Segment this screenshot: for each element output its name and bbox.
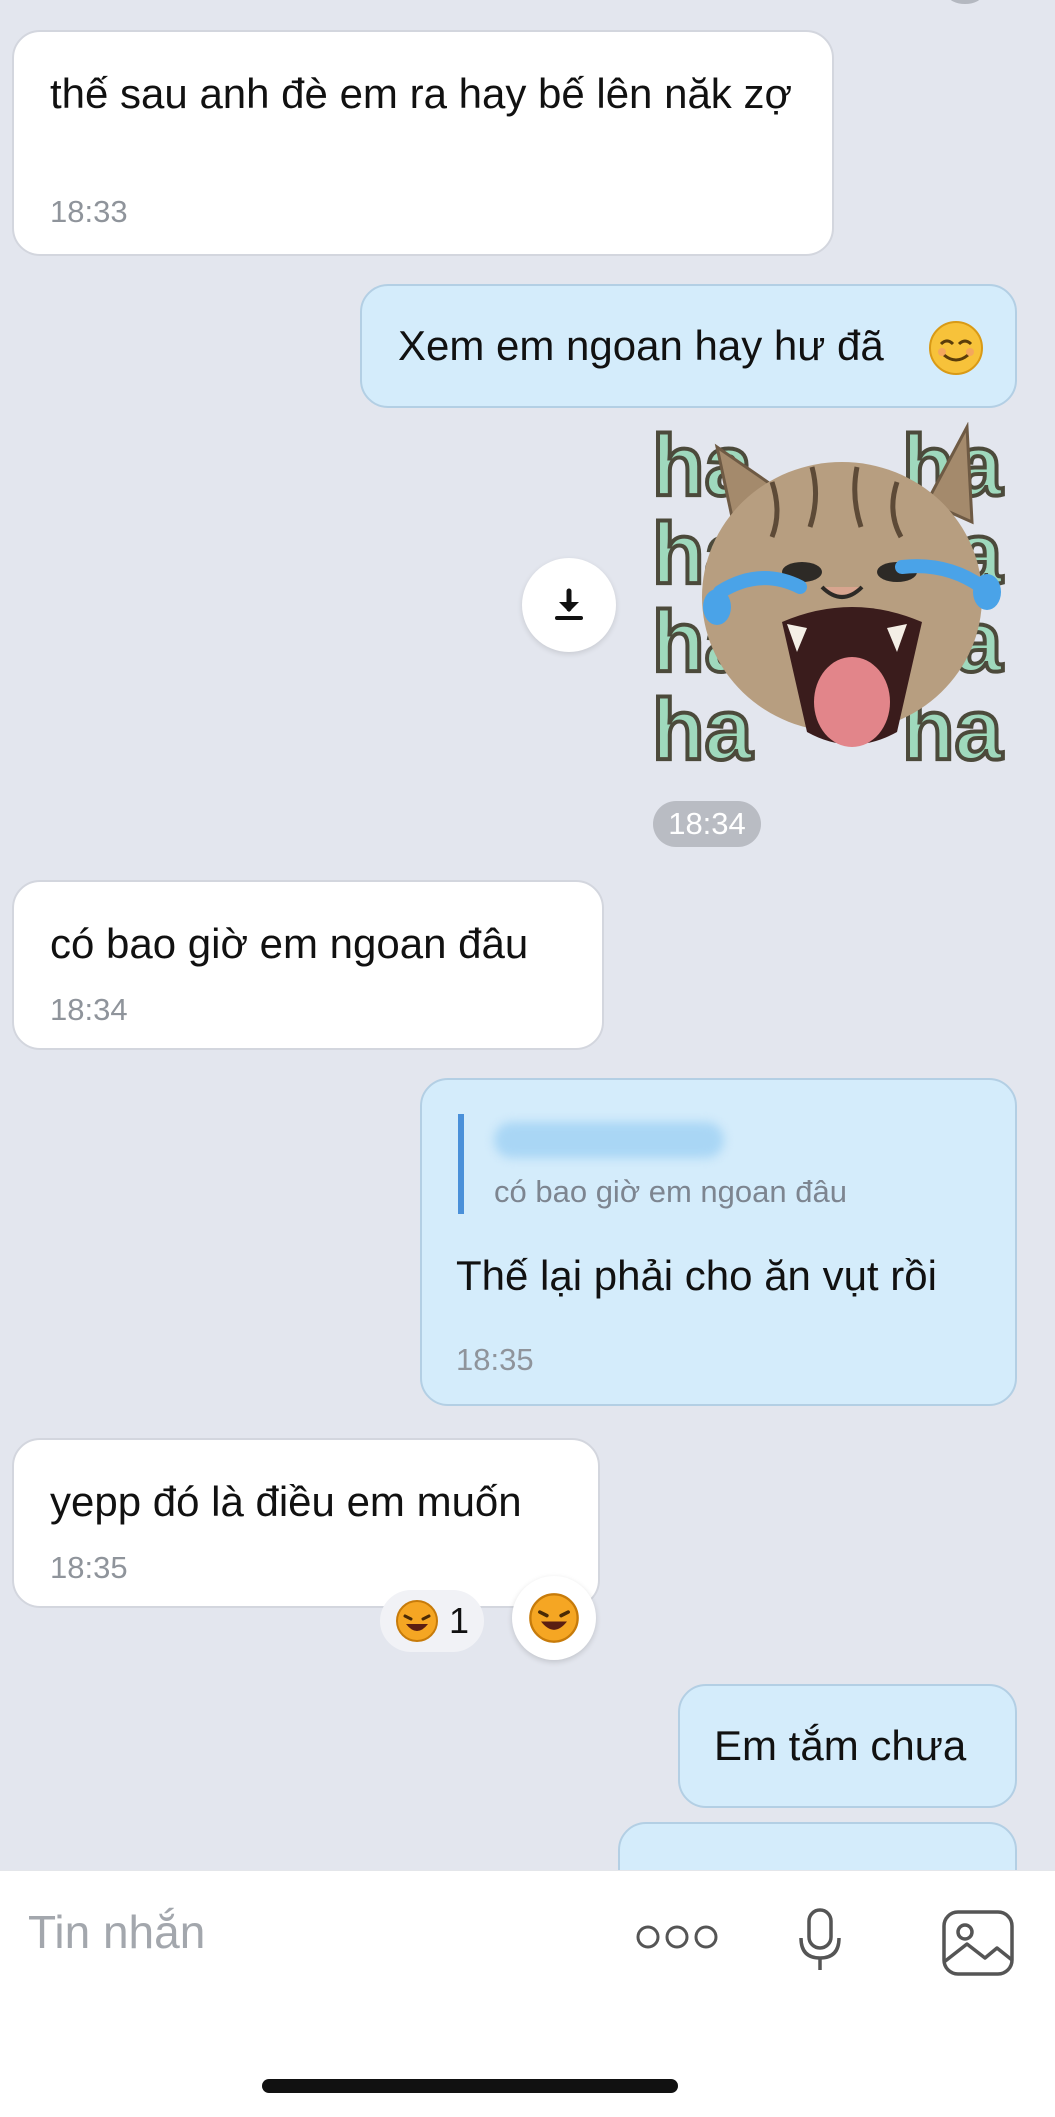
voice-button[interactable] xyxy=(790,1901,850,1981)
previous-message-edge xyxy=(948,0,982,4)
message-bubble-outgoing[interactable]: Em tắm chưa xyxy=(678,1684,1017,1808)
quoted-sender-name xyxy=(494,1122,724,1158)
quoted-text: có bao giờ em ngoan đâu xyxy=(494,1174,847,1209)
add-reaction-button[interactable] xyxy=(512,1576,596,1660)
sticker-time: 18:34 xyxy=(653,801,761,847)
chat-history[interactable]: thế sau anh đè em ra hay bế lên năk zợ 1… xyxy=(0,0,1055,1870)
reply-quote[interactable]: có bao giờ em ngoan đâu xyxy=(458,1114,847,1214)
laughing-emoji-icon xyxy=(395,1600,438,1642)
message-text: có bao giờ em ngoan đâu xyxy=(50,920,529,967)
image-icon xyxy=(942,1910,1014,1976)
download-icon xyxy=(555,588,583,620)
message-time: 18:33 xyxy=(50,194,128,229)
laughing-emoji-icon xyxy=(529,1593,579,1643)
message-text: yepp đó là điều em muốn xyxy=(50,1478,522,1525)
reaction-summary[interactable]: 1 xyxy=(380,1590,484,1652)
home-indicator[interactable] xyxy=(262,2079,678,2093)
message-bubble-outgoing-reply[interactable]: có bao giờ em ngoan đâu Thế lại phải cho… xyxy=(420,1078,1017,1406)
message-text: thế sau anh đè em ra hay bế lên năk zợ xyxy=(50,70,793,117)
message-bubble-incoming[interactable]: thế sau anh đè em ra hay bế lên năk zợ 1… xyxy=(12,30,834,256)
message-text: Thế lại phải cho ăn vụt rồi xyxy=(456,1252,937,1299)
download-button[interactable] xyxy=(522,558,616,652)
message-text: Em tắm chưa xyxy=(714,1722,967,1769)
message-bubble-outgoing[interactable]: Xem em ngoan hay hư đã xyxy=(360,284,1017,408)
laughing-cat-icon xyxy=(702,422,1001,747)
message-time: 18:35 xyxy=(456,1342,534,1377)
message-time: 18:34 xyxy=(50,992,128,1027)
message-time: 18:35 xyxy=(50,1550,128,1585)
message-bubble-outgoing-partial[interactable] xyxy=(618,1822,1017,1870)
image-button[interactable] xyxy=(938,1903,1018,1983)
cat-sticker[interactable]: ha ha ha ha ha ha ha ha xyxy=(650,420,1017,776)
reaction-count: 1 xyxy=(448,1600,470,1641)
message-text: Xem em ngoan hay hư đã xyxy=(398,322,884,369)
message-bubble-incoming[interactable]: có bao giờ em ngoan đâu 18:34 xyxy=(12,880,604,1050)
more-icon xyxy=(636,1925,718,1949)
smiling-emoji-icon xyxy=(929,321,983,375)
microphone-icon xyxy=(799,1908,841,1970)
more-button[interactable] xyxy=(632,1917,722,1957)
message-input[interactable]: Tin nhắn xyxy=(28,1905,205,1959)
message-bubble-incoming[interactable]: yepp đó là điều em muốn 18:35 xyxy=(12,1438,600,1608)
